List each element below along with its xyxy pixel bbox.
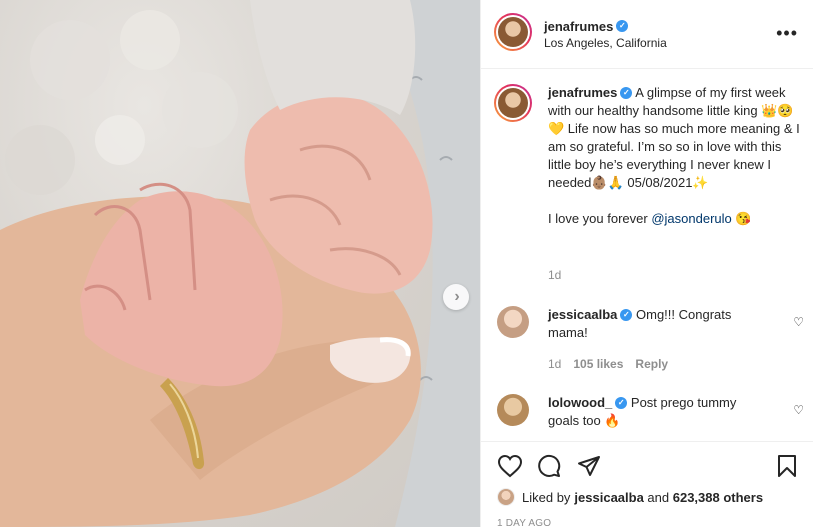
commenter-avatar[interactable] [497, 394, 529, 426]
caption-avatar[interactable] [494, 84, 532, 122]
heart-icon[interactable]: ♡ [793, 403, 804, 417]
author-username[interactable]: jenafrumes [544, 19, 613, 34]
comment-age: 1d [548, 357, 562, 371]
next-photo-button[interactable]: › [443, 284, 469, 310]
liked-by-middle: and [643, 489, 673, 505]
post-location[interactable]: Los Angeles, California [544, 36, 667, 50]
comment-bubble-icon[interactable] [537, 454, 561, 478]
commenter-avatar[interactable] [497, 306, 529, 338]
more-horizontal-icon[interactable]: ••• [776, 24, 798, 42]
comment-username[interactable]: jessicaalba [548, 307, 617, 322]
likes-summary: Liked by jessicaalba and 623,388 others [497, 488, 763, 506]
author-avatar[interactable] [494, 13, 532, 51]
post-time-ago[interactable]: 1 DAY AGO [497, 518, 551, 527]
post-side-panel: jenafrumes ✓ Los Angeles, California ••• … [480, 0, 813, 527]
caption-text-2: I love you forever [548, 211, 652, 226]
liked-by-user[interactable]: jessicaalba [574, 490, 643, 505]
liked-by-prefix: Liked by [522, 489, 571, 505]
baby-hands-image [0, 0, 480, 527]
mention-link[interactable]: @jasonderulo [651, 211, 731, 226]
bookmark-icon[interactable] [776, 454, 798, 478]
comment-username[interactable]: lolowood_ [548, 395, 612, 410]
verified-badge-icon: ✓ [616, 19, 629, 32]
comment-likes[interactable]: 105 likes [573, 357, 623, 371]
caption-text: A glimpse of my first week with our heal… [548, 85, 800, 190]
heart-icon[interactable] [497, 454, 523, 478]
chevron-right-icon: › [454, 288, 460, 305]
comment-item: jessicaalba ✓ Omg!!! Congrats mama! ♡ 1d 1… [494, 306, 804, 371]
comment-item: lolowood_ ✓ Post prego tummy goals too 🔥 … [494, 394, 804, 441]
caption-age: 1d [548, 268, 562, 282]
post-header: jenafrumes ✓ Los Angeles, California ••• [481, 0, 813, 69]
comments-section[interactable]: jenafrumes ✓ A glimpse of my first week w… [481, 69, 813, 441]
verified-badge-icon: ✓ [620, 86, 633, 99]
action-bar: Liked by jessicaalba and 623,388 others … [481, 441, 813, 527]
liked-by-count[interactable]: 623,388 others [673, 490, 763, 505]
reply-button[interactable]: Reply [635, 357, 668, 371]
post-photo[interactable]: › [0, 0, 480, 527]
verified-badge-icon: ✓ [620, 308, 633, 321]
caption-text-2-end: 😘 [731, 211, 752, 226]
heart-icon[interactable]: ♡ [793, 315, 804, 329]
liker-avatar[interactable] [497, 488, 515, 506]
verified-badge-icon: ✓ [615, 396, 628, 409]
paper-plane-icon[interactable] [577, 454, 601, 478]
caption-username[interactable]: jenafrumes [548, 85, 617, 100]
